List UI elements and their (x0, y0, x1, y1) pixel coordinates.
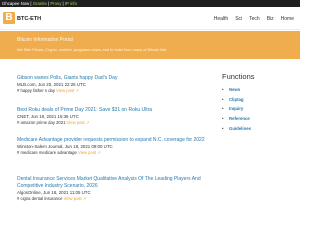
bullet-icon: • (222, 96, 224, 102)
top-link-proxy[interactable]: Proxy (50, 1, 61, 6)
article-title-link[interactable]: Dental Insurance Services Market Qualita… (17, 176, 217, 190)
function-link-reference[interactable]: • Reference (222, 116, 292, 121)
view-post-link[interactable]: View post ↗ (78, 150, 101, 155)
function-label: Inquiry (229, 106, 244, 112)
article-tags: # happy father s day View post ↗ (17, 88, 217, 94)
article-tags-text: # happy father s day (17, 88, 55, 93)
nav-link-health[interactable]: Health (214, 16, 228, 22)
article-tags: # medicare medicare advantage View post … (17, 150, 217, 156)
function-label: Cliptag (229, 96, 244, 102)
article-tags-text: # medicare medicare advantage (17, 150, 77, 155)
hero-banner: Bitcoin Information Portal We filter Pri… (0, 31, 300, 59)
view-post-label: View post (63, 196, 82, 201)
nav-link-home[interactable]: Home (281, 16, 294, 22)
view-post-label: View post (56, 88, 75, 93)
function-link-news[interactable]: • News (222, 87, 292, 92)
hero-title: Bitcoin Information Portal (17, 37, 73, 43)
functions-title: Functions (222, 72, 255, 81)
top-link-ip-info[interactable]: IP info (65, 1, 77, 6)
brand-name[interactable]: BTC-ETH (17, 16, 41, 22)
function-link-inquiry[interactable]: • Inquiry (222, 106, 292, 111)
navbar: B BTC-ETH Health Sci Tech Biz Home (0, 7, 300, 30)
view-post-link[interactable]: View post ↗ (56, 88, 79, 93)
article-tags-text: # cigna dental insurance (17, 196, 63, 201)
article-tags: # amazon prime day 2021 View post ↗ (17, 120, 217, 126)
nav-link-biz[interactable]: Biz (267, 16, 274, 22)
article-title-link[interactable]: Gibson wanes Polis, Giants happy Dad's D… (17, 75, 217, 82)
view-post-link[interactable]: View post ↗ (64, 196, 87, 201)
function-label: Guidelines (229, 125, 251, 131)
nav-link-tech[interactable]: Tech (249, 16, 260, 22)
external-link-icon: ↗ (75, 88, 79, 93)
article-tags-text: # amazon prime day 2021 (17, 120, 66, 125)
article-item: Gibson wanes Polis, Giants happy Dad's D… (17, 75, 217, 94)
article-tags: # cigna dental insurance View post ↗ (17, 196, 217, 202)
hero-subtitle: We filter Prices, Crypto, content, progr… (17, 47, 167, 52)
article-title-link[interactable]: Medicare Advantage provider requests per… (17, 137, 217, 144)
function-link-cliptag[interactable]: • Cliptag (222, 97, 292, 102)
top-bar-text: Ghcapee Now | Granite | Proxy | IP info (2, 1, 77, 6)
site-logo[interactable]: B (3, 12, 15, 24)
article-item: Best Roku deals of Prime Day 2021: Save … (17, 107, 217, 126)
nav-links: Health Sci Tech Biz Home (214, 16, 294, 22)
view-post-label: View post (78, 150, 97, 155)
external-link-icon: ↗ (97, 150, 101, 155)
top-bar: Ghcapee Now | Granite | Proxy | IP info (0, 0, 300, 7)
functions-sidebar: Functions • News • Cliptag • Inquiry • Refer… (222, 72, 292, 135)
bullet-icon: • (222, 116, 224, 122)
function-link-guidelines[interactable]: • Guidelines (222, 126, 292, 131)
top-link-granite[interactable]: Granite (33, 1, 47, 6)
function-label: Reference (229, 116, 250, 122)
external-link-icon: ↗ (82, 196, 87, 201)
view-post-link[interactable]: View post ↗ (67, 120, 90, 125)
bullet-icon: • (222, 87, 224, 92)
nav-link-sci[interactable]: Sci (235, 16, 242, 22)
function-label: News (229, 87, 241, 92)
bullet-icon: • (222, 106, 224, 112)
top-bar-prefix: Ghcapee Now (2, 1, 30, 6)
article-title-link[interactable]: Best Roku deals of Prime Day 2021: Save … (17, 107, 217, 114)
article-item: Medicare Advantage provider requests per… (17, 137, 217, 156)
bullet-icon: • (222, 125, 224, 131)
external-link-icon: ↗ (85, 120, 90, 125)
article-item: Dental Insurance Services Market Qualita… (17, 176, 217, 202)
view-post-label: View post (66, 120, 85, 125)
